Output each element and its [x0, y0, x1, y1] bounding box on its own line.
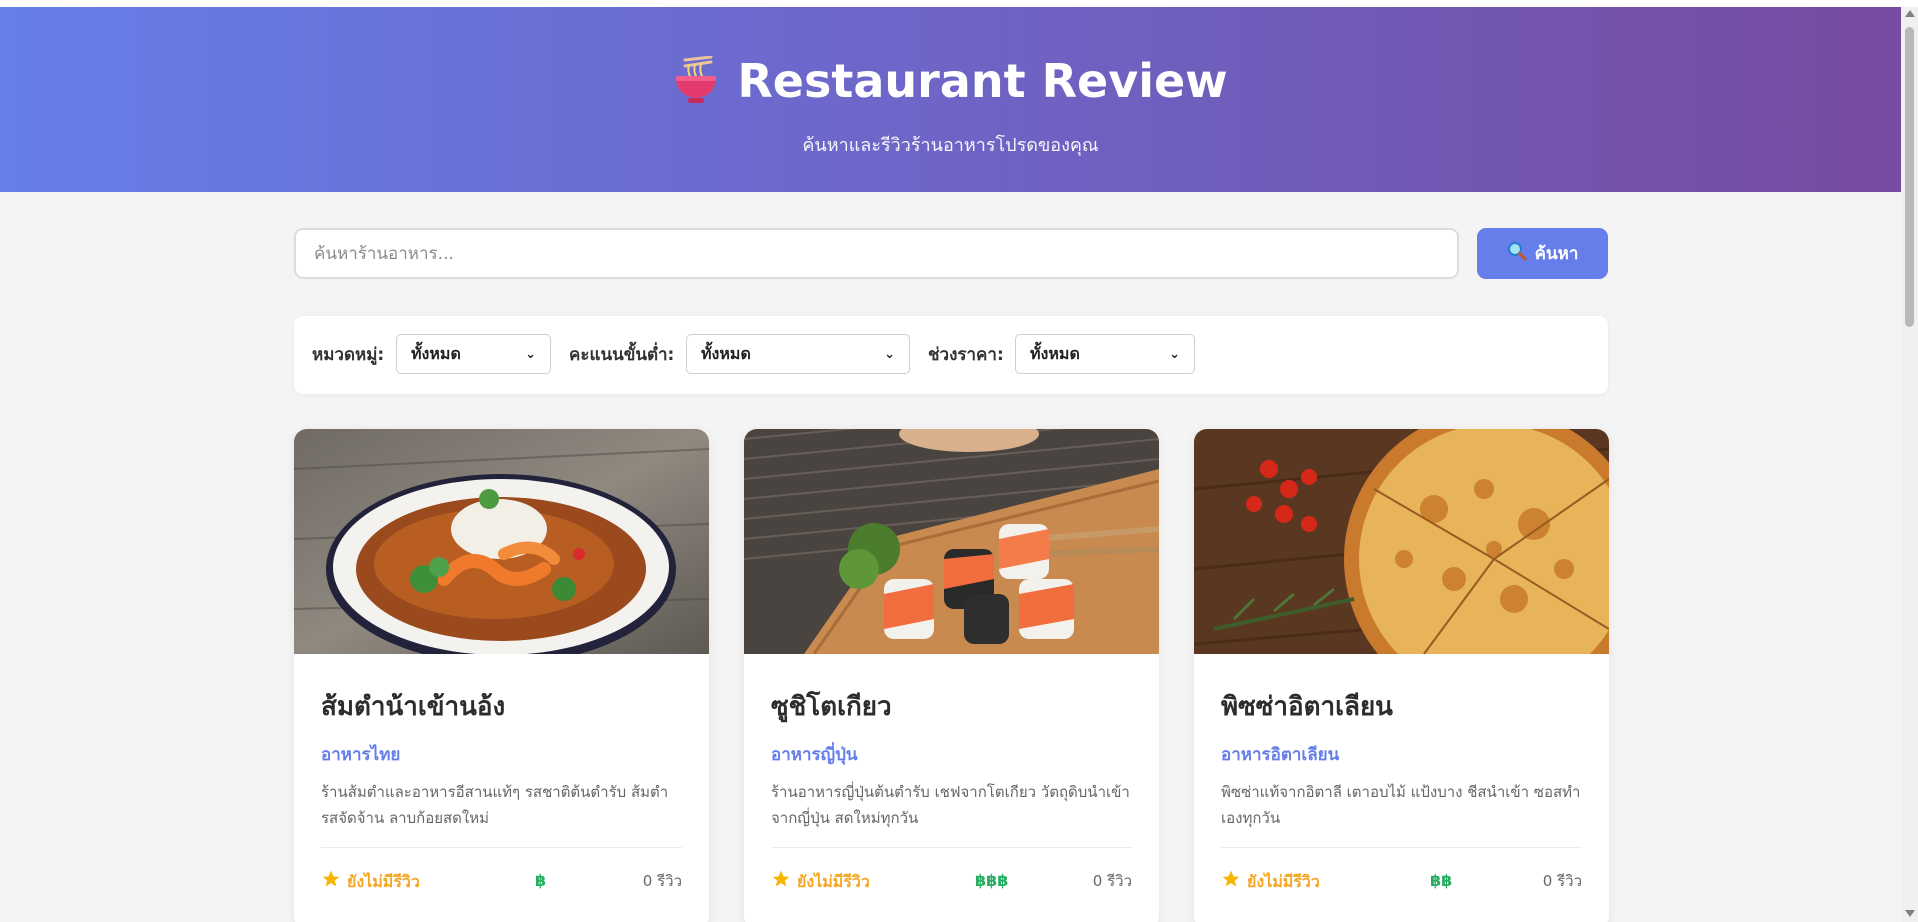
- search-button-label: ค้นหา: [1534, 244, 1579, 264]
- card-divider: [771, 847, 1132, 848]
- page-subtitle: ค้นหาและรีวิวร้านอาหารโปรดของคุณ: [802, 135, 1099, 156]
- rating-status: ยังไม่มีรีวิว: [1221, 869, 1320, 895]
- restaurant-category: อาหารอิตาเลียน: [1221, 745, 1340, 765]
- restaurant-category: อาหารไทย: [321, 745, 401, 765]
- min-rating-select-value: ทั้งหมด: [701, 343, 751, 363]
- page-header: Restaurant Review ค้นหาและรีวิวร้านอาหาร…: [0, 7, 1901, 192]
- rating-text: ยังไม่มีรีวิว: [797, 872, 870, 891]
- price-level: ฿฿: [1430, 871, 1453, 890]
- rating-status: ยังไม่มีรีวิว: [771, 869, 870, 895]
- restaurant-description: ร้านส้มตำและอาหารอีสานแท้ๆ รสชาติต้นตำรั…: [321, 783, 669, 827]
- card-divider: [321, 847, 682, 848]
- rating-status: ยังไม่มีรีวิว: [321, 869, 420, 895]
- min-rating-filter-label: คะแนนขั้นต่ำ:: [569, 345, 675, 365]
- page-scrollbar[interactable]: [1901, 7, 1918, 922]
- page-title: Restaurant Review: [737, 54, 1228, 108]
- pizza-photo: [1194, 429, 1609, 654]
- chevron-down-icon: ⌄: [1169, 346, 1180, 362]
- rating-text: ยังไม่มีรีวิว: [347, 872, 420, 891]
- chevron-down-icon: ⌄: [525, 346, 536, 362]
- thai-curry-photo: [294, 429, 709, 654]
- chevron-down-icon: ⌄: [884, 346, 895, 362]
- restaurant-name[interactable]: ซูชิโตเกียว: [771, 690, 892, 724]
- price-level: ฿: [535, 871, 547, 890]
- rating-text: ยังไม่มีรีวิว: [1247, 872, 1320, 891]
- sushi-photo: [744, 429, 1159, 654]
- restaurant-name[interactable]: พิซซ่าอิตาเลียน: [1221, 690, 1393, 724]
- star-icon: [321, 869, 341, 895]
- star-icon: [771, 869, 791, 895]
- restaurant-card[interactable]: ส้มตำน้าเข้านอ้ง อาหารไทย ร้านส้มตำและอา…: [294, 429, 709, 922]
- filter-bar: หมวดหมู่: ทั้งหมด ⌄ คะแนนขั้นต่ำ: ทั้งหม…: [294, 316, 1608, 394]
- search-button[interactable]: ค้นหา: [1477, 228, 1608, 279]
- noodle-bowl-icon: [673, 55, 719, 106]
- restaurant-description: ร้านอาหารญี่ปุ่นต้นตำรับ เชฟจากโตเกียว ว…: [771, 783, 1130, 827]
- review-count: 0 รีวิว: [642, 872, 682, 890]
- min-rating-select[interactable]: ทั้งหมด ⌄: [686, 334, 910, 374]
- scroll-up-arrow-icon[interactable]: [1905, 10, 1915, 17]
- review-count: 0 รีวิว: [1542, 872, 1582, 890]
- restaurant-card[interactable]: ซูชิโตเกียว อาหารญี่ปุ่น ร้านอาหารญี่ปุ่…: [744, 429, 1159, 922]
- restaurant-name[interactable]: ส้มตำน้าเข้านอ้ง: [321, 690, 505, 724]
- restaurant-category: อาหารญี่ปุ่น: [771, 745, 858, 765]
- page-title-row: Restaurant Review: [0, 53, 1901, 109]
- price-filter-label: ช่วงราคา:: [928, 345, 1004, 365]
- price-level: ฿฿฿: [975, 871, 1009, 890]
- price-range-select[interactable]: ทั้งหมด ⌄: [1015, 334, 1195, 374]
- scrollbar-thumb[interactable]: [1905, 27, 1914, 327]
- category-select[interactable]: ทั้งหมด ⌄: [396, 334, 551, 374]
- category-filter-label: หมวดหมู่:: [312, 345, 385, 365]
- scroll-down-arrow-icon[interactable]: [1905, 910, 1915, 917]
- magnifier-icon: [1507, 241, 1527, 266]
- top-strip: [0, 0, 1918, 7]
- restaurant-description: พิซซ่าแท้จากอิตาลี เตาอบไม้ แป้งบาง ชีสน…: [1221, 783, 1581, 827]
- category-select-value: ทั้งหมด: [411, 343, 461, 363]
- star-icon: [1221, 869, 1241, 895]
- review-count: 0 รีวิว: [1092, 872, 1132, 890]
- price-range-select-value: ทั้งหมด: [1030, 343, 1080, 363]
- search-input[interactable]: [294, 228, 1459, 279]
- card-divider: [1221, 847, 1582, 848]
- restaurant-card[interactable]: พิซซ่าอิตาเลียน อาหารอิตาเลียน พิซซ่าแท้…: [1194, 429, 1609, 922]
